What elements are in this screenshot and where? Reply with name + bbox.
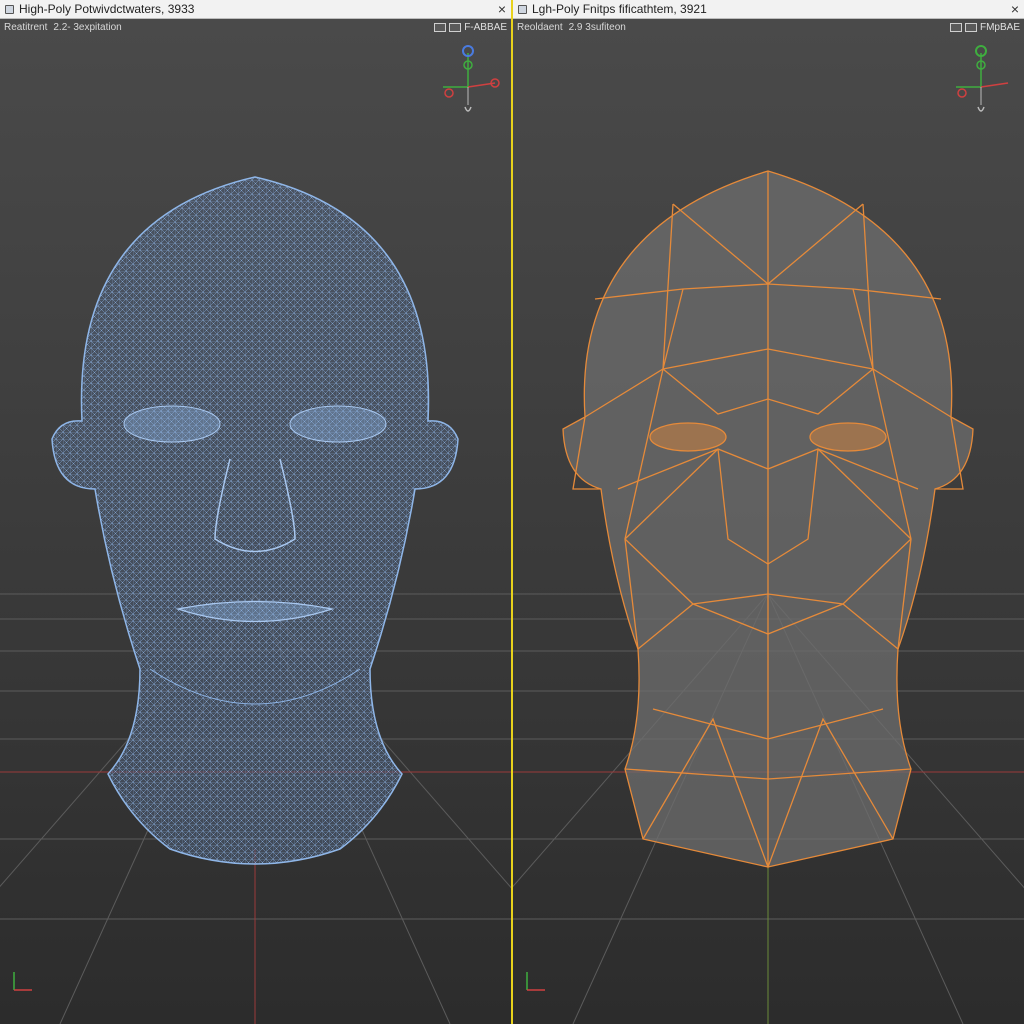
left-scene: [0, 176, 511, 1024]
left-window-title: High-Poly Potwivdctwaters, 3933: [19, 2, 195, 16]
left-viewport-header: Reatitrent 2.2- 3expitation F-ABBAE: [0, 19, 511, 35]
right-viewport-header: Reoldaent 2.9 3sufiteon FMpBAE: [513, 19, 1024, 35]
right-window-title: Lgh-Poly Fnitps fificathtem, 3921: [532, 2, 707, 16]
left-view-button[interactable]: [449, 22, 462, 32]
right-shading-button[interactable]: [949, 22, 962, 32]
left-viewport-info: 2.2- 3expitation: [53, 21, 122, 33]
right-corner-axis-icon: [526, 972, 545, 991]
low-poly-head-mesh[interactable]: [562, 170, 974, 869]
left-viewport-label: Reatitrent: [4, 21, 48, 33]
right-mode-label[interactable]: FMpBAE: [980, 22, 1020, 33]
high-poly-head-mesh[interactable]: [51, 176, 459, 865]
left-close-button[interactable]: ×: [493, 0, 511, 18]
right-viewport-window[interactable]: Lgh-Poly Fnitps fificathtem, 3921 × Reol…: [513, 0, 1024, 1024]
left-3d-viewport[interactable]: Reatitrent 2.2- 3expitation F-ABBAE: [0, 19, 511, 1024]
right-close-button[interactable]: ×: [1006, 0, 1024, 18]
right-3d-viewport[interactable]: Reoldaent 2.9 3sufiteon FMpBAE: [513, 19, 1024, 1024]
right-viewport-info: 2.9 3sufiteon: [568, 21, 626, 33]
left-viewport-window[interactable]: High-Poly Potwivdctwaters, 3933 × Reatit…: [0, 0, 511, 1024]
left-shading-button[interactable]: [434, 22, 447, 32]
right-view-button[interactable]: [964, 22, 977, 32]
left-titlebar[interactable]: High-Poly Potwivdctwaters, 3933 ×: [0, 0, 511, 19]
left-mode-label[interactable]: F-ABBAE: [464, 22, 507, 33]
right-scene: [513, 170, 1024, 1024]
window-icon: [5, 4, 14, 14]
right-viewport-label: Reoldaent: [517, 21, 563, 33]
right-orientation-gizmo-icon[interactable]: [948, 43, 1014, 119]
right-titlebar[interactable]: Lgh-Poly Fnitps fificathtem, 3921 ×: [513, 0, 1024, 19]
window-icon: [518, 4, 527, 14]
left-corner-axis-icon: [13, 972, 32, 991]
left-orientation-gizmo-icon[interactable]: [435, 43, 501, 119]
